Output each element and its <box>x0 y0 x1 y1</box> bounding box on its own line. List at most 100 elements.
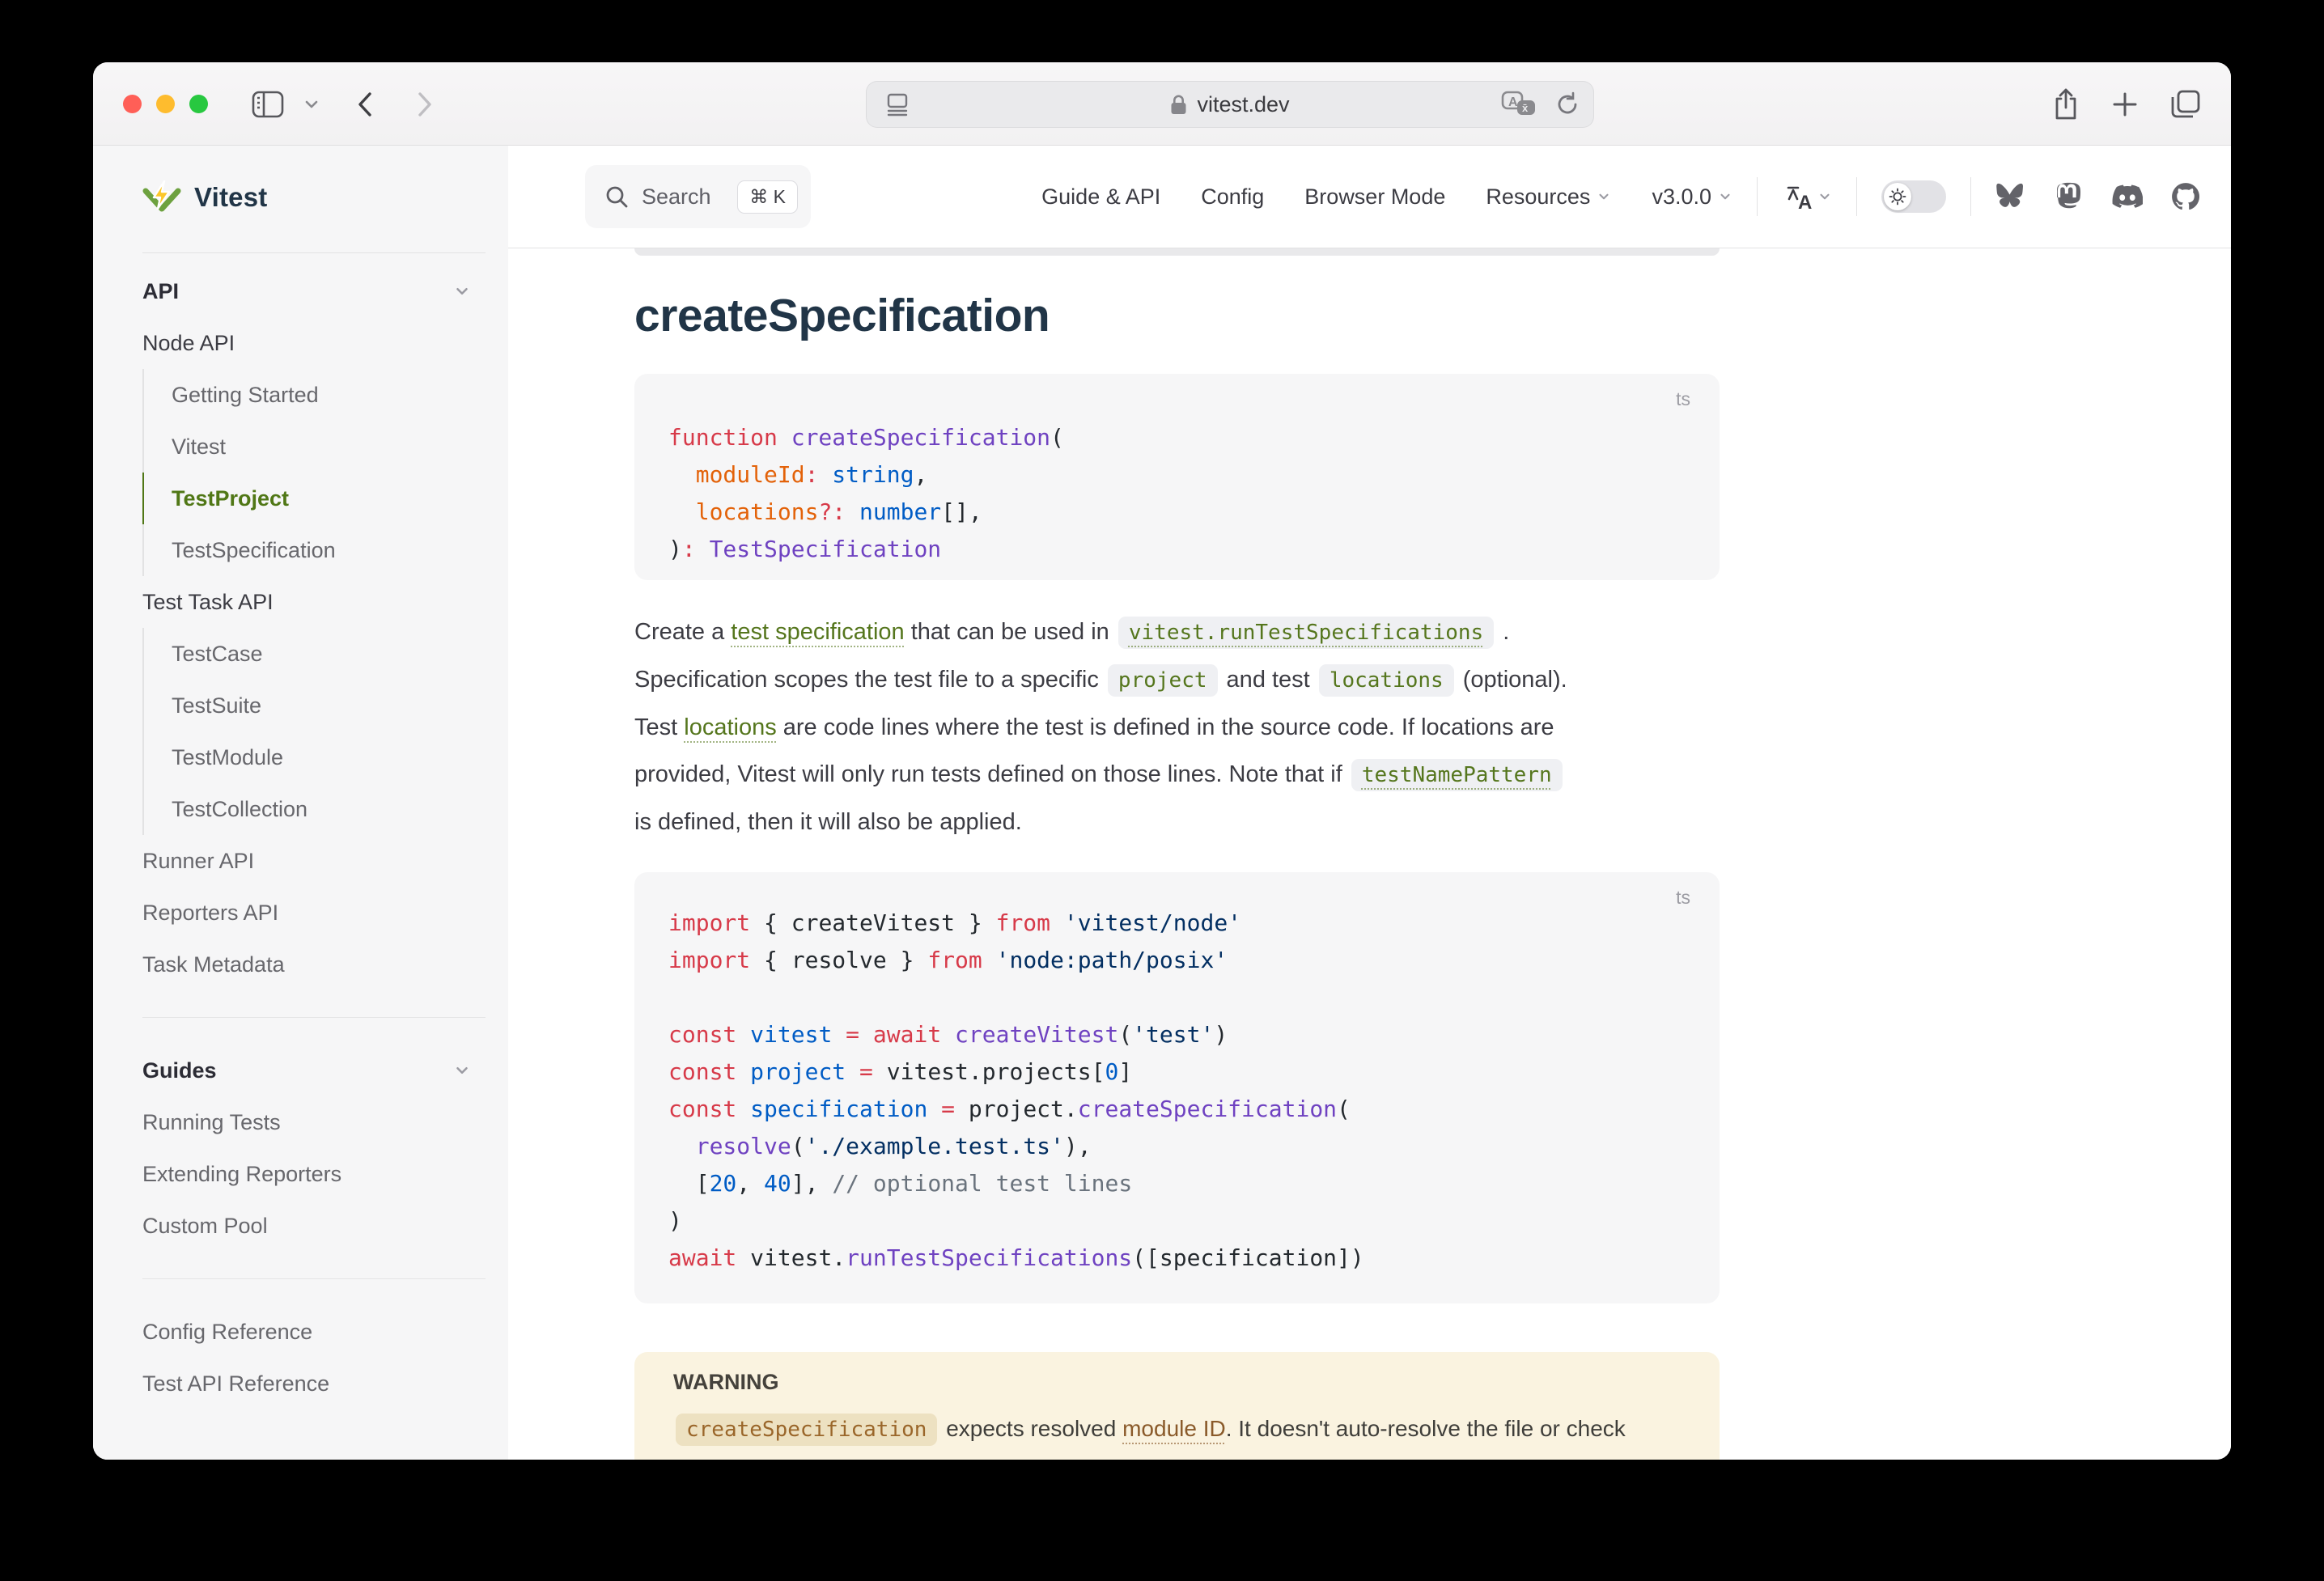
nav-divider <box>1970 177 1971 216</box>
inline-code-locations: locations <box>1319 664 1454 697</box>
toolbar-chevron-down-icon[interactable] <box>297 62 326 146</box>
sidebar-item-config-reference[interactable]: Config Reference <box>93 1306 508 1358</box>
text: is defined, then it will also be applied… <box>634 809 1022 835</box>
inline-codelink-vitest-runtestspecifications[interactable]: vitest.runTestSpecifications <box>1118 617 1494 649</box>
code-line: ) <box>668 1202 1686 1240</box>
sidebar-item-testcase[interactable]: TestCase <box>142 628 508 680</box>
sidebar-item-extending-reporters[interactable]: Extending Reporters <box>93 1148 508 1200</box>
inline-codelink-testnamepattern[interactable]: testNamePattern <box>1351 759 1563 791</box>
bluesky-icon[interactable] <box>1995 181 2026 212</box>
code-line: function createSpecification( <box>668 419 1686 456</box>
code-line: resolve('./example.test.ts'), <box>668 1128 1686 1165</box>
text: and test <box>1220 667 1317 693</box>
text: . It doesn't auto-resolve the file or ch… <box>1226 1416 1626 1441</box>
sidebar-item-node-api[interactable]: Node API <box>93 317 508 369</box>
mastodon-icon[interactable] <box>2054 181 2084 212</box>
text: expects resolved <box>939 1416 1122 1441</box>
code-lang-badge: ts <box>1676 887 1690 909</box>
nav-link-browser-mode[interactable]: Browser Mode <box>1304 184 1445 210</box>
nav-link-guide-api[interactable]: Guide & API <box>1041 184 1160 210</box>
search-icon <box>604 184 629 209</box>
share-icon[interactable] <box>2048 62 2084 146</box>
browser-toolbar: vitest.dev A x̄ <box>93 62 2231 146</box>
tab-overview-icon[interactable] <box>2166 62 2205 146</box>
docs-sidebar: Vitest APINode APIGetting StartedVitestT… <box>93 146 508 1460</box>
previous-codeblock-edge <box>634 248 1720 256</box>
window-controls <box>123 95 208 113</box>
code-line: await vitest.runTestSpecifications([spec… <box>668 1240 1686 1277</box>
translate-icon[interactable]: A x̄ <box>1501 91 1538 118</box>
sidebar-toggle-icon[interactable] <box>244 62 292 146</box>
inline-link-locations[interactable]: locations <box>684 714 776 740</box>
doc-content: createSpecification ts function createSp… <box>508 248 2231 1460</box>
text: that can be used in <box>905 619 1116 645</box>
text: Specification scopes the test file to a … <box>634 667 1105 693</box>
sidebar-item-vitest[interactable]: Vitest <box>142 421 508 473</box>
text: (optional). <box>1457 667 1567 693</box>
sidebar-item-runner-api[interactable]: Runner API <box>93 835 508 887</box>
sidebar-item-testspecification[interactable]: TestSpecification <box>142 524 508 576</box>
github-icon[interactable] <box>2170 181 2201 212</box>
address-bar[interactable]: vitest.dev A x̄ <box>866 81 1594 128</box>
code-line: import { createVitest } from 'vitest/nod… <box>668 905 1686 942</box>
sidebar-item-testproject[interactable]: TestProject <box>142 473 508 524</box>
nav-link-v3-0-0[interactable]: v3.0.0 <box>1652 184 1732 210</box>
code-line: ): TestSpecification <box>668 531 1686 568</box>
warning-title: WARNING <box>673 1368 1681 1396</box>
sidebar-divider <box>142 252 486 253</box>
nav-divider <box>1757 177 1758 216</box>
zoom-window-button[interactable] <box>189 95 208 113</box>
text: . <box>1496 619 1509 645</box>
discord-icon[interactable] <box>2112 181 2143 212</box>
nav-link-config[interactable]: Config <box>1201 184 1264 210</box>
new-tab-icon[interactable] <box>2107 62 2143 146</box>
text: are code lines where the test is defined… <box>777 714 1554 740</box>
code-line: locations?: number[], <box>668 494 1686 531</box>
top-navbar: Search ⌘ K Guide & API Config Browser Mode… <box>508 146 2231 248</box>
logo-text: Vitest <box>194 182 267 213</box>
sidebar-item-test-task-api[interactable]: Test Task API <box>93 576 508 628</box>
lock-icon <box>1170 94 1187 116</box>
language-icon[interactable]: A <box>1782 181 1832 212</box>
code-line: [20, 40], // optional test lines <box>668 1165 1686 1202</box>
inline-link-module-id[interactable]: module ID <box>1122 1416 1226 1441</box>
code-line: const specification = project.createSpec… <box>668 1091 1686 1128</box>
theme-toggle[interactable] <box>1881 180 1946 213</box>
sidebar-item-custom-pool[interactable]: Custom Pool <box>93 1200 508 1252</box>
sidebar-item-reporters-api[interactable]: Reporters API <box>93 887 508 939</box>
sidebar-nav: APINode APIGetting StartedVitestTestProj… <box>93 265 508 1409</box>
inline-code-project: project <box>1108 664 1218 697</box>
inline-code-createspecification: createSpecification <box>676 1414 937 1446</box>
search-button[interactable]: Search ⌘ K <box>585 165 811 228</box>
inline-link-test-specification[interactable]: test specification <box>731 619 904 645</box>
back-button[interactable] <box>346 62 384 146</box>
url-text[interactable]: vitest.dev <box>1197 92 1289 117</box>
reload-icon[interactable] <box>1554 91 1580 117</box>
vitest-logo[interactable]: Vitest <box>142 175 267 220</box>
sidebar-item-testcollection[interactable]: TestCollection <box>142 783 508 835</box>
text: Test <box>634 714 684 740</box>
sidebar-item-test-api-reference[interactable]: Test API Reference <box>93 1358 508 1409</box>
sidebar-section-api[interactable]: API <box>93 265 508 317</box>
sidebar-item-testsuite[interactable]: TestSuite <box>142 680 508 731</box>
minimize-window-button[interactable] <box>156 95 175 113</box>
page-title: createSpecification <box>634 292 1720 339</box>
warning-body: createSpecification expects resolved mod… <box>673 1405 1681 1460</box>
doc-paragraph: Create a test specification that can be … <box>634 608 1720 846</box>
sidebar-section-guides[interactable]: Guides <box>93 1045 508 1096</box>
forward-button[interactable] <box>405 62 444 146</box>
text: provided, Vitest will only run tests def… <box>634 761 1349 787</box>
close-window-button[interactable] <box>123 95 142 113</box>
vitest-logo-icon <box>142 178 181 217</box>
sun-icon <box>1884 183 1911 210</box>
nav-link-resources[interactable]: Resources <box>1486 184 1611 210</box>
search-label: Search <box>642 184 724 210</box>
sidebar-item-testmodule[interactable]: TestModule <box>142 731 508 783</box>
sidebar-item-task-metadata[interactable]: Task Metadata <box>93 939 508 990</box>
code-line <box>668 979 1686 1016</box>
search-shortcut: ⌘ K <box>737 180 798 214</box>
sidebar-item-running-tests[interactable]: Running Tests <box>93 1096 508 1148</box>
sidebar-item-getting-started[interactable]: Getting Started <box>142 369 508 421</box>
warning-callout: WARNING createSpecification expects reso… <box>634 1352 1720 1460</box>
page-vitest-docs: Vitest APINode APIGetting StartedVitestT… <box>93 146 2231 1460</box>
